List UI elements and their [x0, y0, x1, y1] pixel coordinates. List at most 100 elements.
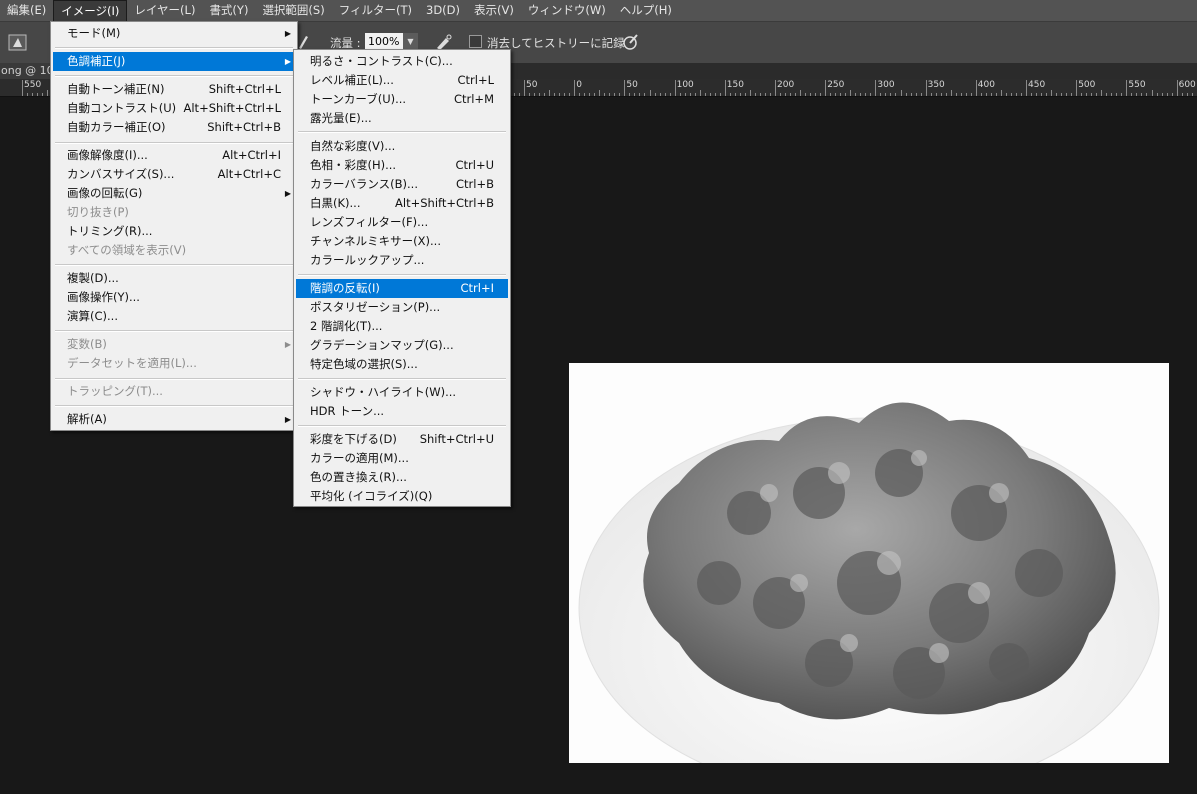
menu-layer[interactable]: レイヤー(L): [127, 0, 202, 21]
menu-view[interactable]: 表示(V): [467, 0, 521, 21]
ruler-minor-tick: [679, 93, 681, 96]
ruler-label: 450: [1028, 80, 1046, 90]
adjust-menu-item-shortcut: Shift+Ctrl+U: [419, 432, 494, 446]
adjust-menu-item[interactable]: 色相・彩度(H)... Ctrl+U: [296, 156, 508, 175]
image-menu-item[interactable]: 解析(A) ▶: [53, 410, 295, 429]
ruler-minor-tick: [594, 93, 596, 96]
ruler-minor-tick: [1061, 93, 1063, 96]
image-menu-item[interactable]: カンバスサイズ(S)... Alt+Ctrl+C: [53, 165, 295, 184]
image-menu-item[interactable]: モード(M) ▶: [53, 24, 295, 43]
ruler-minor-tick: [639, 93, 641, 96]
adjust-menu-item-label: グラデーションマップ(G)...: [310, 338, 454, 352]
ruler-minor-tick: [800, 90, 802, 96]
adjust-menu-item[interactable]: 2 階調化(T)...: [296, 317, 508, 336]
ruler-label: 200: [777, 80, 795, 90]
ruler-minor-tick: [534, 93, 536, 96]
ruler-minor-tick: [910, 93, 912, 96]
adjust-menu-item[interactable]: 平均化 (イコライズ)(Q): [296, 487, 508, 506]
canvas-photo[interactable]: [569, 363, 1169, 763]
adjust-menu-item[interactable]: シャドウ・ハイライト(W)...: [296, 383, 508, 402]
adjust-menu-item[interactable]: 色の置き換え(R)...: [296, 468, 508, 487]
pressure-size-icon[interactable]: [621, 32, 641, 52]
ruler-tick: [1076, 80, 1078, 96]
menu-3d[interactable]: 3D(D): [419, 0, 467, 21]
menu-help[interactable]: ヘルプ(H): [613, 0, 679, 21]
adjust-menu-item[interactable]: 階調の反転(I) Ctrl+I: [296, 279, 508, 298]
image-menu-item[interactable]: 自動トーン補正(N) Shift+Ctrl+L: [53, 80, 295, 99]
image-menu-item[interactable]: 色調補正(J) ▶: [53, 52, 295, 71]
ruler-minor-tick: [1071, 93, 1073, 96]
ruler-minor-tick: [42, 93, 44, 96]
ruler-minor-tick: [895, 93, 897, 96]
menu-image[interactable]: イメージ(I): [53, 0, 128, 21]
image-menu-item-label: 演算(C)...: [67, 309, 118, 323]
ruler-minor-tick: [805, 93, 807, 96]
adjust-menu-item[interactable]: 明るさ・コントラスト(C)...: [296, 52, 508, 71]
image-menu-item[interactable]: 演算(C)...: [53, 307, 295, 326]
brush-icon[interactable]: [296, 34, 310, 50]
ruler-minor-tick: [669, 93, 671, 96]
ruler-minor-tick: [915, 93, 917, 96]
erase-history-checkbox[interactable]: [469, 35, 482, 48]
ruler-minor-tick: [644, 93, 646, 96]
image-menu-item[interactable]: 画像操作(Y)...: [53, 288, 295, 307]
ruler-minor-tick: [920, 93, 922, 96]
ruler-minor-tick: [1186, 93, 1188, 96]
adjust-menu-item-label: 露光量(E)...: [310, 111, 372, 125]
ruler-tick: [975, 80, 977, 96]
image-menu-item[interactable]: トリミング(R)...: [53, 222, 295, 241]
tool-preset-icon[interactable]: [8, 33, 28, 53]
adjust-menu-item[interactable]: 彩度を下げる(D) Shift+Ctrl+U: [296, 430, 508, 449]
ruler-minor-tick: [990, 93, 992, 96]
adjust-menu-item[interactable]: グラデーションマップ(G)...: [296, 336, 508, 355]
adjust-menu-item[interactable]: HDR トーン...: [296, 402, 508, 421]
ruler-minor-tick: [1161, 93, 1163, 96]
image-menu-item[interactable]: 画像の回転(G) ▶: [53, 184, 295, 203]
adjust-menu-item[interactable]: レンズフィルター(F)...: [296, 213, 508, 232]
adjust-menu-item[interactable]: 特定色域の選択(S)...: [296, 355, 508, 374]
ruler-minor-tick: [985, 93, 987, 96]
ruler-minor-tick: [689, 93, 691, 96]
adjust-menu-item[interactable]: カラーの適用(M)...: [296, 449, 508, 468]
adjust-menu-item[interactable]: カラーバランス(B)... Ctrl+B: [296, 175, 508, 194]
ruler-label: 600: [1178, 80, 1196, 90]
document-tab[interactable]: ong @ 10: [0, 63, 53, 79]
menu-type[interactable]: 書式(Y): [202, 0, 255, 21]
menu-select[interactable]: 選択範囲(S): [255, 0, 331, 21]
ruler-minor-tick: [1086, 93, 1088, 96]
adjust-menu-item[interactable]: レベル補正(L)... Ctrl+L: [296, 71, 508, 90]
menu-filter[interactable]: フィルター(T): [332, 0, 419, 21]
adjust-menu-item-label: 平均化 (イコライズ)(Q): [310, 489, 433, 503]
adjust-menu-item[interactable]: 白黒(K)... Alt+Shift+Ctrl+B: [296, 194, 508, 213]
submenu-arrow-icon: ▶: [284, 189, 291, 198]
adjust-menu-item-label: 自然な彩度(V)...: [310, 139, 396, 153]
image-menu-item[interactable]: 自動コントラスト(U) Alt+Shift+Ctrl+L: [53, 99, 295, 118]
ruler-minor-tick: [1031, 93, 1033, 96]
adjust-menu-item[interactable]: カラールックアップ...: [296, 251, 508, 270]
menu-window[interactable]: ウィンドウ(W): [521, 0, 613, 21]
menu-edit[interactable]: 編集(E): [0, 0, 53, 21]
adjust-menu-item[interactable]: 露光量(E)...: [296, 109, 508, 128]
ruler-minor-tick: [744, 93, 746, 96]
ruler-tick: [825, 80, 827, 96]
ruler-minor-tick: [47, 90, 49, 96]
adjust-menu-item-label: 階調の反転(I): [310, 281, 380, 295]
ruler-minor-tick: [885, 93, 887, 96]
adjust-menu-item[interactable]: 自然な彩度(V)...: [296, 137, 508, 156]
menu-bar: 編集(E) イメージ(I) レイヤー(L) 書式(Y) 選択範囲(S) フィルタ…: [0, 0, 1197, 21]
ruler-minor-tick: [1096, 93, 1098, 96]
ruler-minor-tick: [699, 90, 701, 96]
ruler-minor-tick: [709, 93, 711, 96]
ruler-minor-tick: [795, 93, 797, 96]
image-menu-item[interactable]: 複製(D)...: [53, 269, 295, 288]
image-menu-item[interactable]: 自動カラー補正(O) Shift+Ctrl+B: [53, 118, 295, 137]
ruler-minor-tick: [810, 93, 812, 96]
image-menu-item: すべての領域を表示(V): [53, 241, 295, 260]
ruler-minor-tick: [549, 90, 551, 96]
image-menu-item-label: トラッピング(T)...: [67, 384, 163, 398]
adjust-menu-item[interactable]: チャンネルミキサー(X)...: [296, 232, 508, 251]
adjust-menu-item[interactable]: ポスタリゼーション(P)...: [296, 298, 508, 317]
ruler-minor-tick: [614, 93, 616, 96]
adjust-menu-item[interactable]: トーンカーブ(U)... Ctrl+M: [296, 90, 508, 109]
image-menu-item[interactable]: 画像解像度(I)... Alt+Ctrl+I: [53, 146, 295, 165]
